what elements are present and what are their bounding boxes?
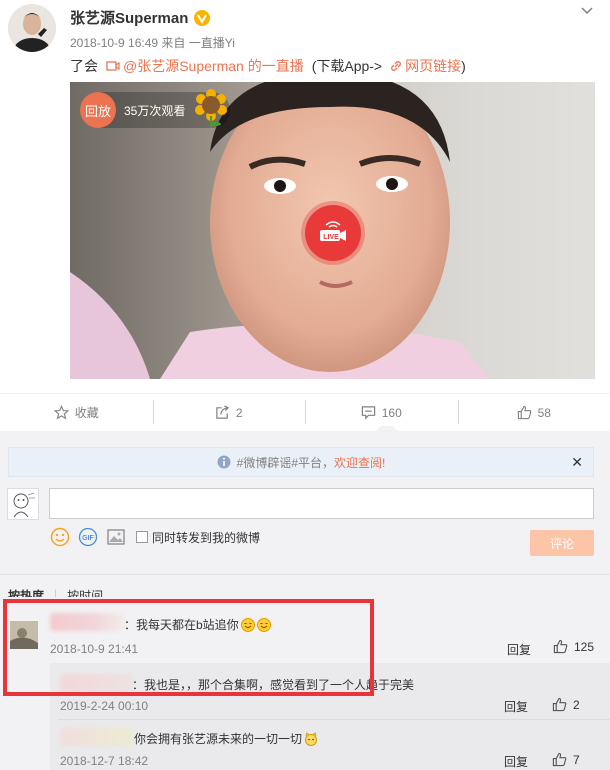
subcomment-like-button[interactable]: 2	[552, 697, 580, 712]
submit-comment-button[interactable]: 评论	[530, 530, 594, 556]
subcomment-like-button[interactable]: 7	[552, 752, 580, 767]
comment-count: 160	[381, 405, 402, 420]
close-icon[interactable]: ✕	[571, 454, 583, 471]
subcommenter-name-blurred[interactable]	[60, 674, 132, 692]
emoji-icon[interactable]	[50, 527, 70, 547]
subcomment-text: ：我也是，，那个合集啊，感觉看到了一个人趋于完美	[132, 676, 414, 693]
post-text: 了会 @张艺源Superman 的一直播 (下载App-> 网页链接 )	[70, 56, 466, 76]
comment-like-count: 125	[574, 639, 595, 654]
post-text-prefix: 了会	[70, 58, 98, 74]
subcomment-text-content: ：我也是，，那个合集啊，感觉看到了一个人趋于完美	[132, 678, 415, 692]
gif-icon[interactable]: GIF	[78, 527, 98, 547]
image-icon[interactable]	[106, 527, 126, 547]
like-count: 58	[537, 405, 551, 420]
forward-checkbox[interactable]	[136, 531, 148, 543]
forward-option-label: 同时转发到我的微博	[152, 530, 261, 545]
smile-emoji-icon	[256, 617, 271, 632]
info-icon	[217, 455, 231, 469]
download-text[interactable]: (下载App->	[312, 56, 382, 76]
comment-input[interactable]	[49, 488, 594, 519]
video-link-icon	[106, 61, 120, 71]
comment-text: ：我每天都在b站追你	[124, 616, 271, 633]
comment-date: 2018-10-9 21:41	[50, 642, 139, 656]
live-label: LIVE	[323, 233, 339, 241]
favorite-button[interactable]: 收藏	[0, 394, 153, 431]
comment-text-content: ：我每天都在b站追你	[124, 618, 239, 632]
comment-like-button[interactable]: 125	[553, 639, 594, 654]
star-icon	[53, 405, 69, 420]
view-count: 35万次观看	[124, 103, 186, 118]
forward-count: 2	[235, 405, 243, 420]
video-player[interactable]: 回放 35万次观看 LIVE	[70, 82, 595, 379]
forward-button[interactable]: 2	[152, 394, 306, 431]
subcomment-date: 2018-12-7 18:42	[60, 754, 149, 768]
verified-icon	[194, 9, 211, 26]
link-icon	[391, 61, 402, 71]
subcomment-like-count: 2	[573, 697, 580, 712]
comment-item: ：我每天都在b站追你 2018-10-9 21:41 回复 125	[0, 596, 610, 662]
reply-button[interactable]: 回复	[504, 753, 528, 770]
notice-link[interactable]: 欢迎查阅!	[334, 454, 385, 471]
comment-icon	[361, 406, 375, 420]
like-icon	[552, 752, 567, 767]
rumor-notice: #微博辟谣#平台， 欢迎查阅! ✕	[8, 447, 594, 477]
live-play-button[interactable]: LIVE	[305, 205, 361, 261]
like-icon	[552, 697, 567, 712]
comment-button[interactable]: 160	[305, 394, 458, 432]
subcomment-like-count: 7	[573, 752, 580, 767]
comments-panel: #微博辟谣#平台， 欢迎查阅! ✕ GIF 同时转发到我的微博 评论 按热度 |…	[0, 431, 610, 770]
commenter-name-blurred[interactable]	[50, 613, 124, 631]
replay-button[interactable]: 回放	[80, 92, 116, 128]
smile-emoji-icon	[240, 617, 255, 632]
reply-button[interactable]: 回复	[507, 641, 531, 658]
forward-icon	[216, 405, 230, 419]
web-link[interactable]: 网页链接	[405, 56, 461, 76]
close-paren: )	[461, 58, 466, 74]
divider	[0, 574, 610, 575]
post-actions-bar: 收藏 2 160 58	[0, 393, 610, 432]
author-avatar[interactable]	[8, 4, 56, 52]
commenter-avatar[interactable]	[10, 621, 38, 649]
like-button[interactable]: 58	[457, 394, 610, 431]
subcommenter-name-blurred[interactable]	[60, 728, 132, 746]
subcomment-text: 你会拥有张艺源未来的一切一切	[134, 730, 318, 747]
live-link[interactable]: @张艺源Superman 的一直播	[123, 56, 304, 76]
like-icon	[517, 405, 531, 420]
subcomment-text-content: 你会拥有张艺源未来的一切一切	[134, 732, 303, 746]
my-avatar	[7, 488, 39, 520]
notice-text: #微博辟谣#平台，	[236, 455, 334, 470]
favorite-label: 收藏	[74, 406, 99, 420]
author-name[interactable]: 张艺源Superman	[70, 7, 211, 28]
comment-tools: GIF 同时转发到我的微博	[50, 527, 260, 547]
svg-text:GIF: GIF	[82, 535, 94, 542]
like-icon	[553, 639, 568, 654]
weibo-post: 张艺源Superman 2018-10-9 16:49 来自 一直播Yi 了会 …	[0, 0, 610, 393]
post-meta: 2018-10-9 16:49 来自 一直播Yi	[70, 36, 235, 50]
author-name-text[interactable]: 张艺源Superman	[70, 7, 188, 28]
chevron-down-icon[interactable]	[580, 4, 594, 18]
subcomment-divider	[58, 719, 610, 720]
reply-button[interactable]: 回复	[504, 698, 528, 715]
sunflower-icon	[195, 89, 227, 128]
cat-emoji-icon	[305, 731, 318, 746]
forward-option[interactable]: 同时转发到我的微博	[136, 529, 260, 546]
subcomment-date: 2019-2-24 00:10	[60, 699, 149, 713]
